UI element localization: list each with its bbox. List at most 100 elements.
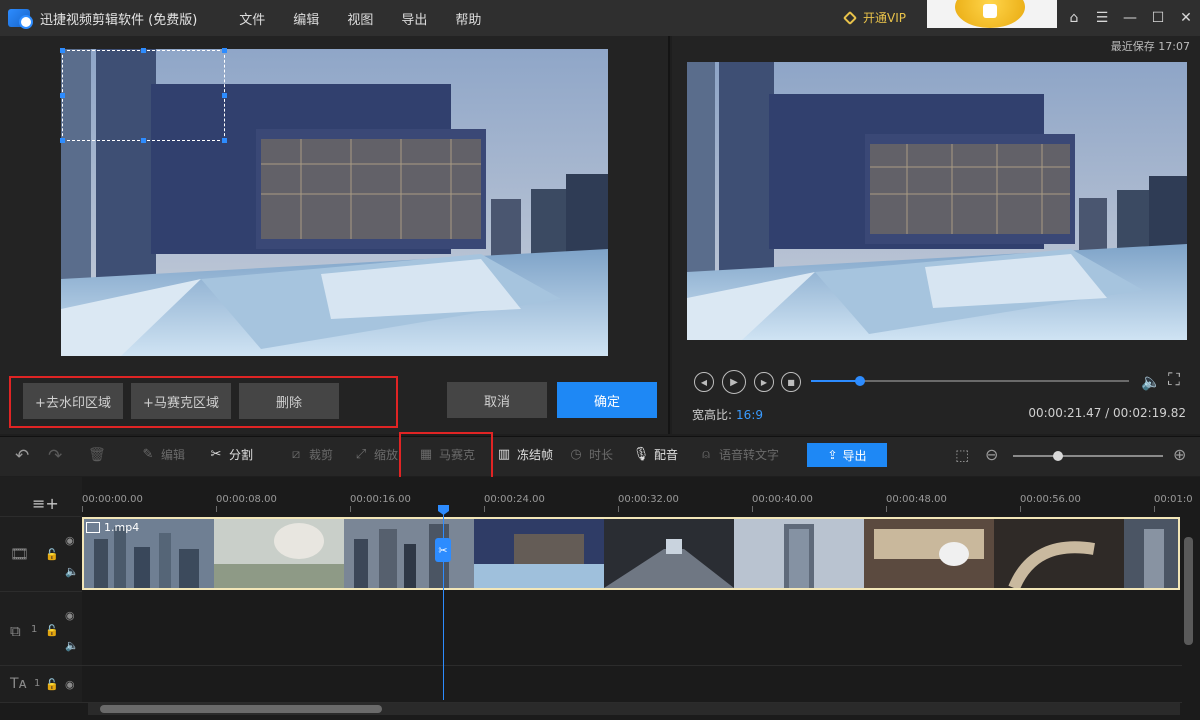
menu-file[interactable]: 文件 [239,9,265,28]
tool-duration[interactable]: ◷ 时长 [568,446,613,463]
ruler-time-label: 00:00:08.00 [216,494,277,505]
lock-icon[interactable]: 🔓 [45,548,59,561]
selection-handle[interactable] [222,48,227,53]
volume-icon[interactable]: 🔈 [1141,372,1161,391]
selection-handle[interactable] [222,138,227,143]
minimize-icon[interactable]: — [1116,10,1144,26]
add-watermark-area-button[interactable]: +去水印区域 [23,383,123,419]
zoom-box-icon: ⤢ [355,447,367,462]
tool-zoom[interactable]: ⤢ 缩放 [353,446,398,463]
menu-view[interactable]: 视图 [347,9,373,28]
selection-handle[interactable] [222,93,227,98]
pip-track-index: 1 [31,624,38,635]
clip-name: 1.mp4 [86,521,139,534]
next-frame-icon[interactable]: ▶ [754,372,774,392]
add-track-icon[interactable]: ≡+ [32,494,59,513]
text-track-index: 1 [34,678,41,689]
text-track-lane[interactable] [82,666,1182,703]
play-icon[interactable]: ▶ [722,370,746,394]
add-mosaic-area-button[interactable]: +马赛克区域 [131,383,231,419]
edit-icon: ✎ [142,447,154,462]
redo-icon[interactable]: ↷ [48,446,62,466]
undo-icon[interactable]: ↶ [15,446,29,466]
selection-handle[interactable] [141,138,146,143]
lock-icon[interactable]: 🔓 [45,678,59,691]
total-time: 00:02:19.82 [1113,406,1186,420]
ruler-tick [1154,506,1155,512]
ad-banner[interactable] [927,0,1057,28]
ruler-time-label: 00:00:24.00 [484,494,545,505]
menu-edit[interactable]: 编辑 [293,9,319,28]
export-label: 导出 [842,448,867,463]
ruler-tick [886,506,887,512]
playhead[interactable] [443,508,444,700]
horizontal-scroll-thumb[interactable] [100,705,382,713]
scissors-icon: ✂ [210,447,222,462]
aspect-ratio-control[interactable]: 宽高比: 16:9 [692,406,763,423]
eye-icon[interactable]: ◉ [65,534,75,547]
close-icon[interactable]: ✕ [1172,10,1200,26]
fit-timeline-icon[interactable]: ⬚ [955,446,969,464]
fullscreen-icon[interactable]: ⛶ [1168,370,1180,390]
eye-icon[interactable]: ◉ [65,609,75,622]
tool-crop[interactable]: ⧄ 裁剪 [288,446,333,463]
video-clip[interactable] [82,517,1180,590]
tool-label: 冻结帧 [517,448,554,462]
split-scissors-icon[interactable]: ✂ [435,538,451,562]
tool-mosaic[interactable]: ▦ 马赛克 [418,446,475,463]
selection-handle[interactable] [60,48,65,53]
pip-track-lane[interactable] [82,592,1182,666]
menu-export[interactable]: 导出 [401,9,427,28]
tool-label: 马赛克 [439,448,476,462]
tool-speech-to-text[interactable]: ⍝ 语音转文字 [698,446,779,463]
lock-icon[interactable]: 🔓 [45,624,59,637]
mosaic-icon: ▦ [419,447,433,462]
speaker-icon[interactable]: 🔈 [65,565,79,578]
menu-icon[interactable]: ☰ [1088,10,1116,26]
title-bar: 迅捷视频剪辑软件 (免费版) 文件 编辑 视图 导出 帮助 开通VIP ⌂ ☰ … [0,0,1200,36]
tool-edit[interactable]: ✎ 编辑 [140,446,185,463]
freeze-frame-icon: ▥ [497,447,511,462]
app-title: 迅捷视频剪辑软件 (免费版) [40,12,198,28]
cancel-button[interactable]: 取消 [447,382,547,418]
stop-icon[interactable]: ■ [781,372,801,392]
progress-thumb[interactable] [855,376,865,386]
text-track-icon: Tᴀ [10,676,27,692]
ruler-time-label: 00:00:32.00 [618,494,679,505]
home-icon[interactable]: ⌂ [1060,10,1088,26]
maximize-icon[interactable]: ☐ [1144,10,1172,26]
timeline-zoom-slider[interactable] [1013,455,1163,457]
zoom-out-icon[interactable]: ⊖ [985,445,998,464]
tool-voiceover[interactable]: 🎙 配音 [633,446,678,463]
ruler-time-label: 00:00:00.00 [82,494,143,505]
ruler-time-label: 00:00:16.00 [350,494,411,505]
export-button[interactable]: ⇪ 导出 [807,443,887,467]
trash-icon[interactable]: 🗑 [88,447,106,463]
selection-handle[interactable] [60,93,65,98]
preview-video-frame [687,62,1187,340]
playback-progress-bar[interactable] [811,376,1129,386]
confirm-button[interactable]: 确定 [557,382,657,418]
current-time: 00:00:21.47 [1028,406,1102,420]
speaker-icon[interactable]: 🔈 [65,639,79,652]
last-save-label: 最近保存 17:07 [1110,40,1190,53]
vip-button[interactable]: 开通VIP [842,9,906,26]
delete-area-button[interactable]: 删除 [239,383,339,419]
tool-freeze-frame[interactable]: ▥ 冻结帧 [496,446,553,463]
vertical-scroll-thumb[interactable] [1184,537,1193,645]
menu-help[interactable]: 帮助 [455,9,481,28]
aspect-ratio-value[interactable]: 16:9 [736,408,763,422]
crop-icon: ⧄ [291,447,301,462]
watermark-selection-box[interactable] [62,50,225,141]
tool-label: 缩放 [374,448,399,462]
time-readout: 00:00:21.47 / 00:02:19.82 [1028,406,1186,420]
zoom-slider-thumb[interactable] [1053,451,1063,461]
selection-handle[interactable] [141,48,146,53]
ruler-tick [350,506,351,512]
selection-handle[interactable] [60,138,65,143]
eye-icon[interactable]: ◉ [65,678,75,691]
tool-label: 语音转文字 [719,448,780,462]
tool-split[interactable]: ✂ 分割 [208,446,253,463]
zoom-in-icon[interactable]: ⊕ [1173,445,1186,464]
prev-frame-icon[interactable]: ◀ [694,372,714,392]
